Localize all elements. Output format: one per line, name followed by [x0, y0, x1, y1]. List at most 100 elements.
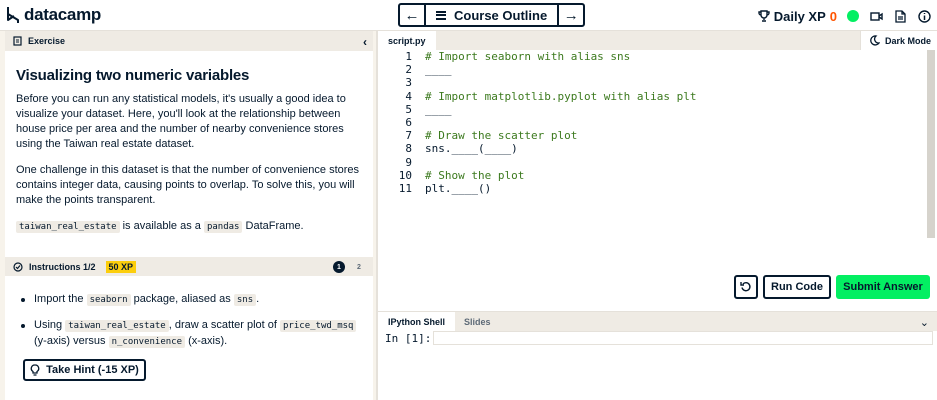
collapse-pane-chevron-icon[interactable]: ‹ — [363, 35, 367, 49]
course-outline-label: Course Outline — [454, 7, 548, 23]
step-2-indicator[interactable]: 2 — [353, 261, 365, 273]
check-circle-icon — [13, 261, 23, 272]
inline-code: sns — [233, 294, 257, 306]
code-line[interactable]: # Draw the scatter plot — [425, 129, 697, 142]
slides-button[interactable] — [893, 9, 907, 23]
info-button[interactable] — [917, 9, 931, 23]
line-number: 5 — [405, 102, 412, 116]
lightbulb-icon — [30, 364, 40, 376]
trophy-icon — [758, 10, 770, 22]
course-navigation: ← Course Outline → — [398, 3, 586, 27]
inline-code: n_convenience — [108, 336, 186, 348]
shell-prompt: In [1]: — [385, 332, 432, 345]
exercise-pane: Exercise ‹ Visualizing two numeric varia… — [0, 31, 376, 400]
text: . — [256, 293, 260, 305]
exercise-section-label: Exercise — [28, 36, 66, 46]
code-line[interactable]: # Show the plot — [425, 169, 697, 182]
tab-script-py[interactable]: script.py — [378, 31, 436, 50]
text: DataFrame. — [242, 220, 304, 232]
inline-code: pandas — [203, 221, 243, 233]
code-editor[interactable]: 1 2 3 4 5 6 7 8 9 10 11 # Import seaborn with alia… — [378, 50, 937, 310]
instructions-label: Instructions 1/2 — [29, 261, 96, 272]
exercise-content[interactable]: Exercise ‹ Visualizing two numeric varia… — [5, 31, 373, 400]
console-tab-bar: IPython Shell Slides ⌄ — [378, 311, 937, 332]
instruction-steps: 1 2 — [333, 261, 365, 273]
take-hint-button[interactable]: Take Hint (-15 XP) — [23, 359, 146, 381]
editor-scrollbar[interactable] — [927, 50, 935, 238]
datacamp-logo[interactable]: datacamp — [6, 5, 101, 25]
editor-tab-bar: script.py Dark Mode — [378, 31, 937, 50]
text: Import the — [34, 293, 87, 305]
logo-text: datacamp — [24, 5, 101, 24]
text: package, aliased as — [130, 293, 234, 305]
line-number: 8 — [405, 142, 412, 156]
text: is available as a — [119, 220, 204, 232]
tab-slides[interactable]: Slides — [454, 312, 501, 332]
code-line[interactable]: # Import seaborn with alias sns — [425, 50, 697, 63]
code-line[interactable]: sns.____(____) — [425, 142, 697, 155]
exercise-description-2: One challenge in this dataset is that th… — [16, 164, 360, 206]
video-button[interactable] — [869, 9, 883, 23]
code-area[interactable]: # Import seaborn with alias sns ____ # Imp… — [425, 50, 697, 195]
take-hint-label: Take Hint (-15 XP) — [46, 364, 139, 376]
tab-ipython-shell[interactable]: IPython Shell — [378, 312, 456, 332]
code-line[interactable]: ____ — [425, 103, 697, 116]
line-number-gutter: 1 2 3 4 5 6 7 8 9 10 11 — [378, 50, 412, 195]
line-number: 10 — [398, 168, 412, 182]
streak-status-icon[interactable] — [847, 10, 859, 22]
editor-pane: script.py Dark Mode 1 2 3 4 5 6 7 8 9 10 11 # Impo… — [376, 31, 937, 400]
chevron-down-icon[interactable]: ⌄ — [920, 316, 929, 329]
top-bar: datacamp ← Course Outline → Daily XP 0 — [0, 0, 937, 31]
moon-icon — [870, 35, 880, 46]
code-line[interactable]: ____ — [425, 63, 697, 76]
code-line[interactable]: # Import matplotlib.pyplot with alias pl… — [425, 90, 697, 103]
line-number: 6 — [405, 115, 412, 129]
line-number: 11 — [398, 181, 412, 195]
inline-code: price_twd_msq — [280, 320, 357, 332]
daily-xp[interactable]: Daily XP 0 — [758, 9, 837, 24]
course-outline-button[interactable]: Course Outline — [426, 5, 557, 25]
list-item: Using taiwan_real_estate, draw a scatter… — [21, 318, 366, 350]
video-icon — [869, 11, 883, 21]
datacamp-logo-icon — [7, 7, 19, 23]
daily-xp-value: 0 — [829, 8, 837, 24]
text: (y-axis) versus — [34, 335, 109, 347]
reset-icon — [740, 282, 751, 292]
reset-code-button[interactable] — [734, 275, 758, 299]
line-number: 7 — [405, 129, 412, 143]
run-code-button[interactable]: Run Code — [763, 275, 831, 299]
xp-badge: 50 XP — [105, 260, 137, 273]
header-actions: Daily XP 0 — [758, 6, 931, 26]
text: Using — [34, 319, 66, 331]
dark-mode-label: Dark Mode — [884, 35, 931, 46]
line-number: 4 — [405, 89, 412, 103]
code-line[interactable]: plt.____() — [425, 182, 697, 195]
text: (x-axis). — [185, 335, 228, 347]
line-number: 9 — [405, 155, 412, 169]
step-1-indicator[interactable]: 1 — [333, 261, 345, 273]
exercise-header: Exercise ‹ — [5, 31, 373, 51]
inline-code: taiwan_real_estate — [65, 320, 169, 332]
code-line[interactable] — [425, 156, 697, 169]
info-icon — [917, 9, 931, 23]
line-number: 2 — [405, 63, 412, 77]
code-line[interactable] — [425, 76, 697, 89]
dataset-note: taiwan_real_estate is available as a pan… — [16, 219, 366, 235]
previous-exercise-button[interactable]: ← — [400, 5, 424, 25]
next-exercise-button[interactable]: → — [559, 5, 583, 25]
dark-mode-toggle[interactable]: Dark Mode — [859, 31, 937, 50]
line-number: 1 — [405, 50, 412, 63]
document-icon — [894, 9, 906, 23]
instructions-header: Instructions 1/2 50 XP — [5, 257, 373, 276]
arrow-left-icon: ← — [404, 6, 420, 24]
submit-answer-button[interactable]: Submit Answer — [836, 275, 930, 299]
arrow-right-icon: → — [563, 6, 579, 24]
ipython-shell[interactable]: In [1]: — [378, 331, 937, 400]
code-line[interactable] — [425, 116, 697, 129]
shell-input[interactable] — [433, 331, 933, 345]
text: , draw a scatter plot of — [168, 319, 281, 331]
list-item: Import the seaborn package, aliased as s… — [21, 292, 366, 308]
daily-xp-label: Daily XP — [773, 8, 826, 24]
instruction-list: Import the seaborn package, aliased as s… — [21, 292, 366, 360]
inline-code: seaborn — [86, 294, 131, 306]
